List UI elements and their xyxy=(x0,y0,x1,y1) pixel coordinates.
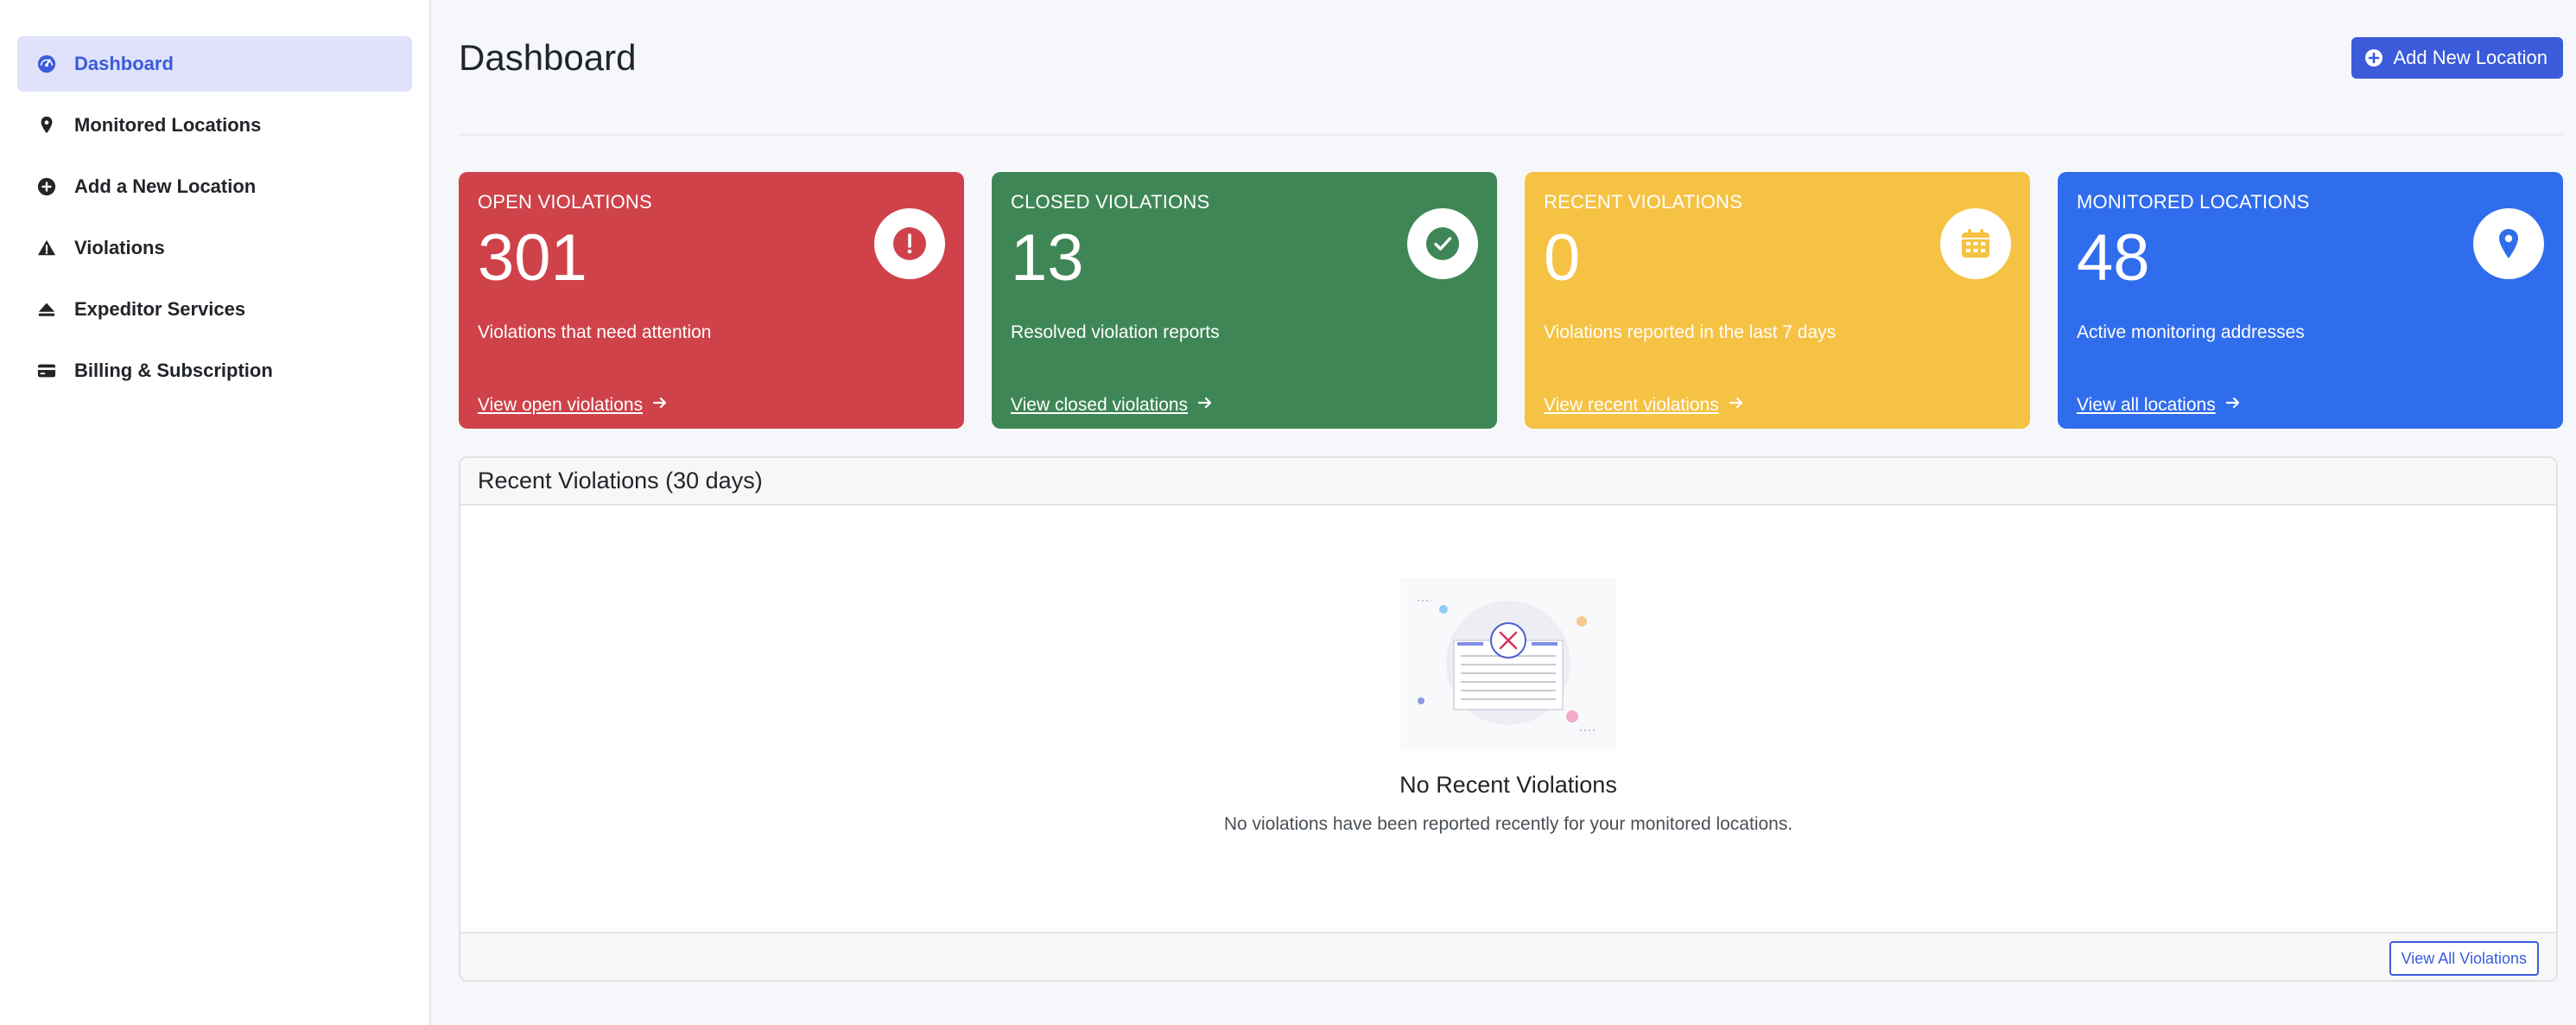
check-circle-icon xyxy=(1407,208,1478,279)
sidebar-item-monitored-locations[interactable]: Monitored Locations xyxy=(17,98,412,153)
plus-circle-icon xyxy=(2365,48,2383,67)
sidebar-item-label: Dashboard xyxy=(74,53,174,74)
view-all-locations-link[interactable]: View all locations xyxy=(2077,394,2242,417)
sidebar-item-expeditor-services[interactable]: Expeditor Services xyxy=(17,282,412,337)
arrow-right-icon xyxy=(1728,394,1745,417)
card-title: RECENT VIOLATIONS xyxy=(1544,191,1742,213)
location-pin-icon xyxy=(2473,208,2544,279)
view-all-violations-button[interactable]: View All Violations xyxy=(2389,941,2539,976)
map-pin-icon xyxy=(36,115,57,136)
card-title: MONITORED LOCATIONS xyxy=(2077,191,2310,213)
sidebar-item-billing[interactable]: Billing & Subscription xyxy=(17,343,412,398)
add-new-location-button[interactable]: Add New Location xyxy=(2351,36,2563,79)
sidebar-item-label: Expeditor Services xyxy=(74,298,246,320)
sidebar-item-add-location[interactable]: Add a New Location xyxy=(17,159,412,214)
panel-footer: View All Violations xyxy=(460,932,2556,980)
card-description: Violations reported in the last 7 days xyxy=(1544,322,1837,342)
card-link-label: View recent violations xyxy=(1544,395,1719,415)
app-root: Dashboard Monitored Locations Add a New … xyxy=(0,0,2576,1025)
card-description: Violations that need attention xyxy=(478,322,712,342)
warning-triangle-icon xyxy=(36,238,57,258)
page-title: Dashboard xyxy=(459,36,637,78)
view-recent-violations-link[interactable]: View recent violations xyxy=(1544,394,1745,417)
arrow-right-icon xyxy=(1196,394,1214,417)
stat-card-recent-violations: RECENT VIOLATIONS 0 Violations reported … xyxy=(1525,172,2030,429)
stat-cards: OPEN VIOLATIONS 301 Violations that need… xyxy=(459,172,2563,429)
card-description: Active monitoring addresses xyxy=(2077,322,2305,342)
stat-card-monitored-locations: MONITORED LOCATIONS 48 Active monitoring… xyxy=(2058,172,2563,429)
sidebar-item-label: Billing & Subscription xyxy=(74,360,273,381)
card-link-label: View closed violations xyxy=(1011,395,1189,415)
view-open-violations-link[interactable]: View open violations xyxy=(478,394,669,417)
empty-state-description: No violations have been reported recentl… xyxy=(1223,814,1793,834)
card-title: CLOSED VIOLATIONS xyxy=(1011,191,1210,213)
sidebar: Dashboard Monitored Locations Add a New … xyxy=(0,0,431,1025)
card-link-label: View open violations xyxy=(478,395,644,415)
main-content: Dashboard Add New Location OPEN VIOLATIO… xyxy=(431,0,2576,1025)
sidebar-item-label: Add a New Location xyxy=(74,175,257,197)
card-link-label: View all locations xyxy=(2077,395,2216,415)
arrow-right-icon xyxy=(651,394,669,417)
sidebar-item-label: Monitored Locations xyxy=(74,114,262,136)
panel-title: Recent Violations (30 days) xyxy=(460,458,2556,506)
calendar-icon xyxy=(1940,208,2011,279)
empty-state: No Recent Violations No violations have … xyxy=(460,506,2556,932)
stat-card-closed-violations: CLOSED VIOLATIONS 13 Resolved violation … xyxy=(992,172,1497,429)
sidebar-item-label: Violations xyxy=(74,237,165,258)
empty-state-title: No Recent Violations xyxy=(1399,772,1617,798)
sidebar-item-dashboard[interactable]: Dashboard xyxy=(17,36,412,92)
exclamation-circle-icon xyxy=(874,208,945,279)
no-violations-illustration xyxy=(1400,578,1616,751)
card-title: OPEN VIOLATIONS xyxy=(478,191,652,213)
gauge-icon xyxy=(36,54,57,74)
card-description: Resolved violation reports xyxy=(1011,322,1220,342)
eject-icon xyxy=(36,299,57,320)
plus-circle-icon xyxy=(36,176,57,197)
recent-violations-panel: Recent Violations (30 days) No Recent Vi… xyxy=(459,456,2558,982)
credit-card-icon xyxy=(36,360,57,381)
sidebar-item-violations[interactable]: Violations xyxy=(17,220,412,276)
arrow-right-icon xyxy=(2224,394,2242,417)
add-new-location-label: Add New Location xyxy=(2393,46,2547,68)
page-header: Dashboard Add New Location xyxy=(459,0,2563,136)
stat-card-open-violations: OPEN VIOLATIONS 301 Violations that need… xyxy=(459,172,964,429)
view-closed-violations-link[interactable]: View closed violations xyxy=(1011,394,1214,417)
